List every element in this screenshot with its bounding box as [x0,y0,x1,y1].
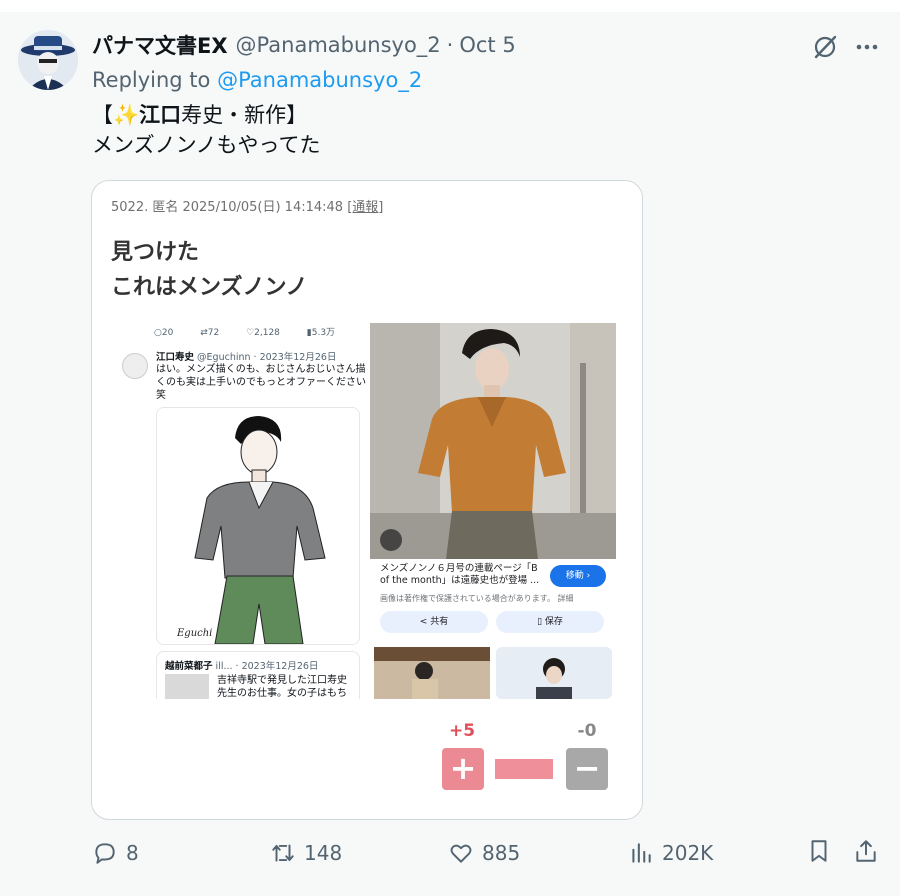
share-icon[interactable] [853,838,879,864]
retweet-button[interactable]: 148 [270,836,342,870]
minus-vote-count: -0 [577,721,597,741]
inner-reply-count: ○20 [154,328,174,338]
signature: Eguchi [176,628,212,639]
separator-dot: · [446,33,454,57]
related-thumbnail-1-image [374,647,490,699]
like-button[interactable]: 885 [448,836,520,870]
illustration-drawing: Eguchi [157,408,359,644]
quote-thumbnail [165,674,209,699]
inner-handle: @Eguchinn · 2023年12月26日 [197,352,337,363]
sparkles-emoji: ✨ [113,103,140,127]
model-photo [370,323,616,559]
right-panel: メンズノンノ６月号の連載ページ「B of the month」は遠藤史也が登場 … [370,321,622,699]
post-body-line2: これはメンズノンノ [111,275,308,300]
reply-icon [95,843,115,864]
post-meta-text: 5022. 匿名 2025/10/05(日) 14:14:48 [111,200,344,215]
tweet-date[interactable]: Oct 5 [459,33,515,57]
save-chip-icon: ▯ [537,617,543,627]
avatar[interactable] [18,30,78,90]
tweet-text-line1: 【✨江口寿史・新作】 [92,103,307,127]
post-body: 見つけた これはメンズノンノ [111,235,307,305]
minus-vote-button: − [566,748,608,790]
report-link: [通報] [347,200,384,215]
post-meta: 5022. 匿名 2025/10/05(日) 14:14:48 [通報] [111,196,383,215]
share-chip: < 共有 [380,611,488,633]
plus-vote-button: + [442,748,484,790]
left-panel: ○20 ⇄72 ♡2,128 ▮5.3万 江口寿史 @Eguchinn · 20… [112,321,366,699]
bold-name: 江口 [139,103,182,127]
more-options-icon[interactable] [852,32,882,62]
plus-vote-count: +5 [448,721,476,741]
reply-button[interactable]: 8 [92,836,139,870]
vote-ratio-bar [495,759,553,779]
views-icon [632,843,651,863]
tweet-actions: 8 148 885 202K [0,836,900,872]
bracket-open: 【 [92,103,113,127]
view-count: 202K [662,841,714,865]
copyright-notice: 画像は著作権で保護されている場合があります。 詳細 [380,594,574,603]
like-count: 885 [482,841,521,865]
quote-meta: ill... · 2023年12月26日 [215,661,319,672]
inner-avatar [122,353,148,379]
illustration: Eguchi [156,407,360,645]
replying-prefix: Replying to [92,68,218,92]
heart-icon [450,844,472,863]
inner-name: 江口寿史 [156,352,195,363]
user-handle[interactable]: @Panamabunsyo_2 [236,33,441,57]
quote-text: 吉祥寺駅で発見した江口寿史先生のお仕事。女の子はもち [217,675,347,699]
tweet-text-line2: メンズノンノもやってた [92,133,321,157]
save-chip: ▯ 保存 [496,611,604,633]
quote-name: 越前菜都子 [165,661,213,672]
media-card[interactable]: 5022. 匿名 2025/10/05(日) 14:14:48 [通報] 見つけ… [91,180,643,820]
inner-action-row: ○20 ⇄72 ♡2,128 ▮5.3万 [154,325,359,338]
retweet-count: 148 [304,841,343,865]
screenshot-collage: ○20 ⇄72 ♡2,128 ▮5.3万 江口寿史 @Eguchinn · 20… [112,321,622,699]
lens-icon[interactable] [380,529,402,551]
reply-count: 8 [126,841,139,865]
inner-like-count: ♡2,128 [246,328,280,338]
post-body-line1: 見つけた [111,240,200,265]
save-chip-label: 保存 [544,617,563,627]
inner-view-count: ▮5.3万 [306,328,336,338]
top-strip [0,0,900,12]
title-rest: 寿史・新作】 [181,103,308,127]
inner-retweet-count: ⇄72 [200,328,220,338]
display-name[interactable]: パナマ文書EX [92,30,228,60]
retweet-icon [272,844,294,862]
tweet-header: パナマ文書EX @Panamabunsyo_2 · Oct 5 [92,30,516,60]
inner-tweet-text: はい。メンズ描くのも、おじさんおじいさん描くのも実は上手いのでもっとオファーくだ… [156,364,366,401]
model-photo-image [370,323,616,559]
bookmark-icon[interactable] [806,838,832,864]
photo-caption: メンズノンノ６月号の連載ページ「B of the month」は遠藤史也が登場 … [380,563,540,586]
share-chip-label: 共有 [430,617,449,627]
views-button[interactable]: 202K [628,836,713,870]
tweet-text: 【✨江口寿史・新作】 メンズノンノもやってた [92,100,320,160]
avatar-image [18,30,78,90]
share-chip-icon: < [419,617,428,627]
related-thumbnail-2 [496,647,612,699]
related-thumbnail-1 [374,647,490,699]
grok-icon[interactable] [810,32,840,62]
quote-head: 越前菜都子 ill... · 2023年12月26日 [165,658,318,672]
related-thumbnail-2-image [496,647,612,699]
replying-mention-link[interactable]: @Panamabunsyo_2 [217,68,422,92]
quoted-tweet: 越前菜都子 ill... · 2023年12月26日 吉祥寺駅で発見した江口寿史… [156,651,360,699]
inner-tweet-head: 江口寿史 @Eguchinn · 2023年12月26日 [156,349,336,363]
replying-to: Replying to @Panamabunsyo_2 [92,68,422,92]
move-button: 移動 › [550,565,606,587]
